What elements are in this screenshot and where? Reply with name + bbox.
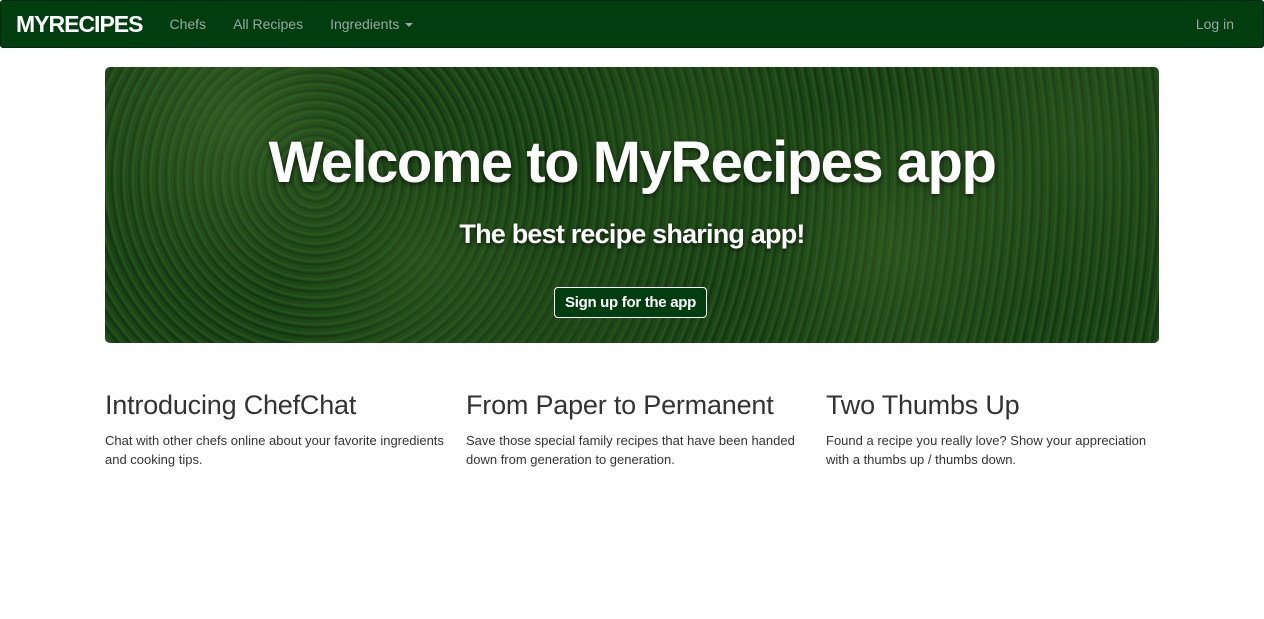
feature-title: From Paper to Permanent — [466, 390, 774, 420]
brand-logo-link[interactable]: MYRECIPES — [16, 11, 143, 38]
hero-subtitle: The best recipe sharing app! — [459, 219, 805, 249]
feature-description: Found a recipe you really love? Show you… — [826, 433, 1147, 467]
feature-two-thumbs-up: Two Thumbs Up Found a recipe you really … — [826, 388, 1156, 469]
nav-link-all-recipes[interactable]: All Recipes — [233, 16, 303, 32]
nav-link-chefs[interactable]: Chefs — [169, 16, 206, 32]
feature-title: Two Thumbs Up — [826, 390, 1020, 420]
feature-paper-to-permanent: From Paper to Permanent Save those speci… — [466, 388, 806, 469]
nav-dropdown-ingredients[interactable]: Ingredients — [330, 16, 414, 32]
login-link[interactable]: Log in — [1196, 16, 1234, 32]
signup-button[interactable]: Sign up for the app — [554, 287, 707, 318]
top-navbar: MYRECIPES Chefs All Recipes Ingredients … — [0, 0, 1264, 48]
caret-down-icon — [405, 23, 414, 27]
hero-jumbotron: Welcome to MyRecipes app The best recipe… — [105, 67, 1159, 343]
hero-title: Welcome to MyRecipes app — [268, 130, 997, 195]
nav-dropdown-ingredients-label: Ingredients — [330, 16, 400, 32]
feature-description: Save those special family recipes that h… — [466, 433, 795, 467]
feature-chefchat: Introducing ChefChat Chat with other che… — [105, 388, 445, 469]
feature-description: Chat with other chefs online about your … — [105, 433, 444, 467]
feature-title: Introducing ChefChat — [105, 390, 357, 420]
